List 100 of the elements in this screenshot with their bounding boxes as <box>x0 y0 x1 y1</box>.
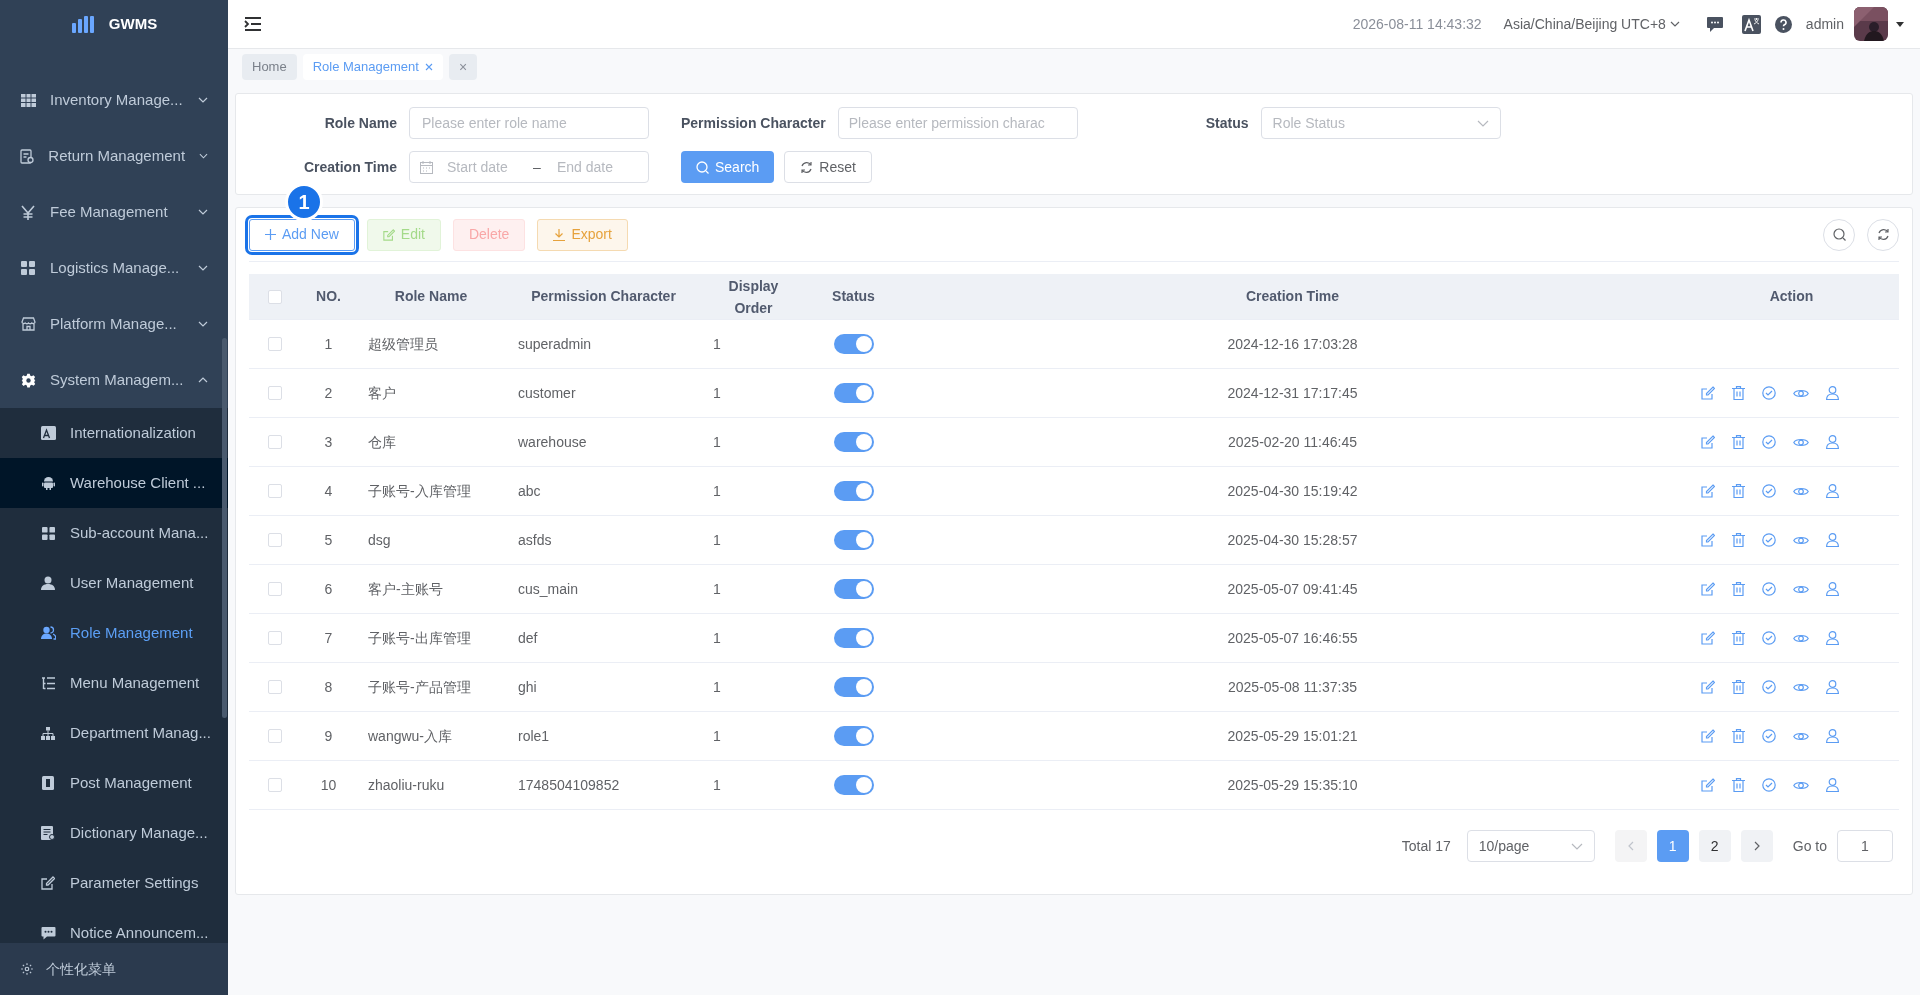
check-circle-icon[interactable] <box>1762 729 1776 743</box>
status-switch[interactable] <box>833 334 874 354</box>
user-icon[interactable] <box>1826 386 1839 400</box>
check-circle-icon[interactable] <box>1762 631 1776 645</box>
user-icon[interactable] <box>1826 484 1839 498</box>
checkbox[interactable] <box>268 435 282 449</box>
status-switch[interactable] <box>833 481 874 501</box>
user-icon[interactable] <box>1826 435 1839 449</box>
check-circle-icon[interactable] <box>1762 680 1776 694</box>
sidebar-group-item[interactable]: Return Management <box>0 128 228 184</box>
check-circle-icon[interactable] <box>1762 484 1776 498</box>
check-circle-icon[interactable] <box>1762 533 1776 547</box>
checkbox[interactable] <box>268 729 282 743</box>
menu-icon[interactable] <box>244 16 262 32</box>
status-switch[interactable] <box>833 677 874 697</box>
sidebar-group-item[interactable]: Inventory Manage... <box>0 72 228 128</box>
checkbox[interactable] <box>268 680 282 694</box>
sidebar-item[interactable]: Notice Announcem... <box>0 908 228 943</box>
sidebar-group-item[interactable]: Fee Management <box>0 184 228 240</box>
status-switch[interactable] <box>833 530 874 550</box>
chat-icon[interactable] <box>1705 15 1724 33</box>
user-icon[interactable] <box>1826 631 1839 645</box>
eye-icon[interactable] <box>1793 436 1809 448</box>
user-icon[interactable] <box>1826 680 1839 694</box>
edit-icon[interactable] <box>1701 778 1715 792</box>
sidebar-item[interactable]: Menu Management <box>0 658 228 708</box>
permission-character-field[interactable]: Please enter permission charac <box>837 107 1078 139</box>
status-switch[interactable] <box>833 726 874 746</box>
role-name-field[interactable]: Please enter role name <box>409 107 649 139</box>
eye-icon[interactable] <box>1793 632 1809 644</box>
trash-icon[interactable] <box>1732 729 1745 743</box>
checkbox[interactable] <box>268 533 282 547</box>
scrollbar[interactable] <box>222 338 227 718</box>
trash-icon[interactable] <box>1732 435 1745 449</box>
date-range-field[interactable]: Start date – End date <box>409 151 649 183</box>
sidebar-group-item[interactable]: System Managem... <box>0 352 228 408</box>
edit-icon[interactable] <box>1701 631 1715 645</box>
check-circle-icon[interactable] <box>1762 582 1776 596</box>
edit-icon[interactable] <box>1701 484 1715 498</box>
goto-page-field[interactable]: 1 <box>1837 830 1893 862</box>
trash-icon[interactable] <box>1732 778 1745 792</box>
sidebar-item[interactable]: User Management <box>0 558 228 608</box>
eye-icon[interactable] <box>1793 730 1809 742</box>
sidebar-group-item[interactable]: Platform Manage... <box>0 296 228 352</box>
trash-icon[interactable] <box>1732 484 1745 498</box>
check-circle-icon[interactable] <box>1762 386 1776 400</box>
status-switch[interactable] <box>833 432 874 452</box>
reset-button[interactable]: Reset <box>784 151 872 183</box>
edit-icon[interactable] <box>1701 729 1715 743</box>
status-switch[interactable] <box>833 628 874 648</box>
sidebar-item[interactable]: Post Management <box>0 758 228 808</box>
sidebar-item[interactable]: Department Manag... <box>0 708 228 758</box>
page-size-select[interactable]: 10/page <box>1466 830 1595 862</box>
user-icon[interactable] <box>1826 778 1839 792</box>
status-switch[interactable] <box>833 579 874 599</box>
checkbox[interactable] <box>268 484 282 498</box>
sidebar-item[interactable]: Parameter Settings <box>0 858 228 908</box>
sidebar-item[interactable]: Internationalization <box>0 408 228 458</box>
user-icon[interactable] <box>1826 533 1839 547</box>
sidebar-item[interactable]: Warehouse Client ... <box>0 458 228 508</box>
trash-icon[interactable] <box>1732 386 1745 400</box>
eye-icon[interactable] <box>1793 779 1809 791</box>
trash-icon[interactable] <box>1732 631 1745 645</box>
eye-icon[interactable] <box>1793 681 1809 693</box>
eye-icon[interactable] <box>1793 485 1809 497</box>
eye-icon[interactable] <box>1793 534 1809 546</box>
page-button[interactable]: 2 <box>1698 830 1731 862</box>
edit-icon[interactable] <box>1701 680 1715 694</box>
checkbox[interactable] <box>268 582 282 596</box>
user-icon[interactable] <box>1826 729 1839 743</box>
checkbox[interactable] <box>268 778 282 792</box>
translate-icon[interactable] <box>1741 14 1761 34</box>
edit-icon[interactable] <box>1701 435 1715 449</box>
sidebar-item[interactable]: Role Management <box>0 608 228 658</box>
checkbox[interactable] <box>268 289 282 304</box>
sidebar-item[interactable]: Sub-account Mana... <box>0 508 228 558</box>
next-page-button[interactable] <box>1740 830 1773 862</box>
checkbox[interactable] <box>268 386 282 400</box>
eye-icon[interactable] <box>1793 387 1809 399</box>
close-icon[interactable] <box>424 63 433 71</box>
checkbox[interactable] <box>268 631 282 645</box>
timezone-dropdown[interactable]: Asia/China/Beijing UTC+8 <box>1503 13 1680 35</box>
personalize-menu-button[interactable]: 个性化菜单 <box>0 943 228 995</box>
status-switch[interactable] <box>833 383 874 403</box>
caret-icon[interactable] <box>1896 21 1904 27</box>
tab[interactable]: Home <box>242 54 297 80</box>
user-icon[interactable] <box>1826 582 1839 596</box>
sidebar-item[interactable]: Dictionary Manage... <box>0 808 228 858</box>
checkbox[interactable] <box>268 337 282 351</box>
trash-icon[interactable] <box>1732 533 1745 547</box>
edit-icon[interactable] <box>1701 582 1715 596</box>
trash-icon[interactable] <box>1732 582 1745 596</box>
sidebar-group-item[interactable]: Logistics Manage... <box>0 240 228 296</box>
help-icon[interactable] <box>1774 15 1792 33</box>
check-circle-icon[interactable] <box>1762 435 1776 449</box>
trash-icon[interactable] <box>1732 680 1745 694</box>
check-circle-icon[interactable] <box>1762 778 1776 792</box>
edit-icon[interactable] <box>1701 533 1715 547</box>
eye-icon[interactable] <box>1793 583 1809 595</box>
status-switch[interactable] <box>833 775 874 795</box>
